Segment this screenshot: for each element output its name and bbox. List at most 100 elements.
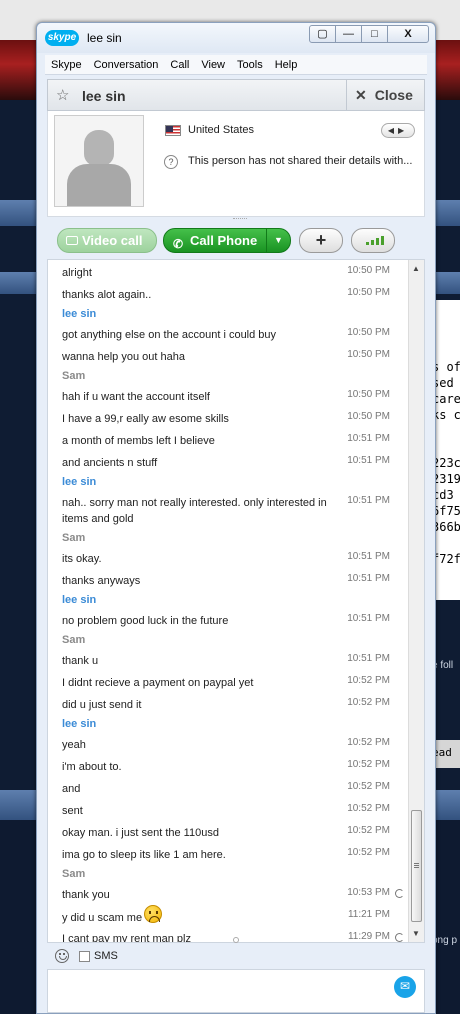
sms-label: SMS xyxy=(94,950,118,962)
chat-message: no problem good luck in the future 10:51 … xyxy=(48,608,408,630)
splitter-grip[interactable] xyxy=(233,218,247,222)
message-text: thank u xyxy=(62,655,99,667)
message-list: alright 10:50 PM thanks alot again.. 10:50 … xyxy=(48,260,408,943)
chat-message: did u just send it 10:52 PM xyxy=(48,692,408,714)
message-time: 10:52 PM xyxy=(347,825,390,836)
message-text: ima go to sleep its like 1 am here. xyxy=(62,849,226,861)
message-text: i'm about to. xyxy=(62,761,122,773)
contact-name: lee sin xyxy=(82,88,126,104)
message-time: 10:50 PM xyxy=(347,265,390,276)
chat-message: and 10:52 PM xyxy=(48,776,408,798)
sender-name: lee sin xyxy=(62,594,97,606)
message-time: 10:51 PM xyxy=(347,455,390,466)
message-time: 10:50 PM xyxy=(347,287,390,298)
chat-message: sent 10:52 PM xyxy=(48,798,408,820)
message-text: I cant pay my rent man plz xyxy=(62,933,191,943)
sender-name-row: lee sin xyxy=(48,714,408,732)
chat-message: nah.. sorry man not really interested. o… xyxy=(48,490,408,528)
message-time: 10:51 PM xyxy=(347,573,390,584)
sender-name: Sam xyxy=(62,370,86,382)
video-call-label: Video call xyxy=(82,233,143,248)
scroll-thumb[interactable] xyxy=(411,810,422,922)
message-time: 10:52 PM xyxy=(347,737,390,748)
message-input[interactable]: ✉ xyxy=(47,969,425,1013)
chat-message: thank u 10:51 PM xyxy=(48,648,408,670)
message-time: 10:52 PM xyxy=(347,847,390,858)
message-text: thank you xyxy=(62,889,110,901)
window-controls: ▢ — □ X xyxy=(309,25,429,43)
sender-name: Sam xyxy=(62,634,86,646)
skype-conversation-window: skype lee sin ▢ — □ X Skype Conversation… xyxy=(36,22,436,1014)
message-time: 10:51 PM xyxy=(347,613,390,624)
message-text: got anything else on the account i could… xyxy=(62,329,277,341)
message-time: 11:29 PM xyxy=(347,931,390,942)
message-text: y did u scam me xyxy=(62,911,143,924)
call-phone-button[interactable]: ✆ Call Phone ▼ xyxy=(163,228,291,253)
message-time: 11:21 PM xyxy=(347,909,390,920)
skype-logo: skype xyxy=(45,30,79,46)
favorite-star-icon[interactable]: ☆ xyxy=(56,86,69,104)
message-text: and ancients n stuff xyxy=(62,457,158,469)
add-people-button[interactable]: + xyxy=(299,228,343,253)
send-icon[interactable]: ✉ xyxy=(394,976,416,998)
call-quality-button[interactable] xyxy=(351,228,395,253)
chat-message: thank you 10:53 PM xyxy=(48,882,408,904)
input-resize-grip[interactable] xyxy=(233,937,239,943)
chat-message: hah if u want the account itself 10:50 PM xyxy=(48,384,408,406)
sender-name-row: Sam xyxy=(48,630,408,648)
menu-bar: Skype Conversation Call View Tools Help xyxy=(45,55,427,75)
chat-history[interactable]: alright 10:50 PM thanks alot again.. 10:50 … xyxy=(47,259,425,943)
message-time: 10:52 PM xyxy=(347,781,390,792)
message-time: 10:51 PM xyxy=(347,551,390,562)
close-window-button[interactable]: X xyxy=(388,26,428,42)
sms-checkbox[interactable] xyxy=(79,950,90,962)
message-time: 10:50 PM xyxy=(347,411,390,422)
message-text: okay man. i just sent the 110usd xyxy=(62,827,219,839)
chat-message: I have a 99,r eally aw esome skills 10:50… xyxy=(48,406,408,428)
sender-name-row: lee sin xyxy=(48,472,408,490)
chevron-down-icon[interactable]: ▼ xyxy=(266,229,290,252)
message-time: 10:52 PM xyxy=(347,759,390,770)
chat-message: got anything else on the account i could… xyxy=(48,322,408,344)
message-time: 10:51 PM xyxy=(347,433,390,444)
chat-message: thanks alot again.. 10:50 PM xyxy=(48,282,408,304)
menu-skype[interactable]: Skype xyxy=(45,59,88,71)
message-text: I have a 99,r eally aw esome skills xyxy=(62,413,229,425)
message-text: alright xyxy=(62,267,92,279)
maximize-button[interactable]: □ xyxy=(362,26,388,42)
avatar[interactable] xyxy=(54,115,144,207)
profile-nav-arrows[interactable]: ◀▶ xyxy=(381,123,415,138)
chat-message: okay man. i just sent the 110usd 10:52 PM xyxy=(48,820,408,842)
video-camera-icon xyxy=(66,236,78,245)
signal-bars-icon xyxy=(366,242,369,245)
menu-view[interactable]: View xyxy=(195,59,231,71)
menu-call[interactable]: Call xyxy=(164,59,195,71)
message-text: no problem good luck in the future xyxy=(62,615,229,627)
minimize-button[interactable]: — xyxy=(336,26,362,42)
chat-message: i'm about to. 10:52 PM xyxy=(48,754,408,776)
conversation-header: ☆ lee sin ✕ Close xyxy=(47,79,425,111)
sending-spinner-icon xyxy=(395,933,404,942)
menu-conversation[interactable]: Conversation xyxy=(88,59,165,71)
message-time: 10:52 PM xyxy=(347,675,390,686)
video-call-button[interactable]: Video call xyxy=(57,228,157,253)
title-bar[interactable]: skype lee sin ▢ — □ X xyxy=(37,23,435,53)
message-text: wanna help you out haha xyxy=(62,351,185,363)
chat-scrollbar[interactable]: ▲ ▼ xyxy=(408,260,424,942)
sender-name: lee sin xyxy=(62,718,97,730)
sender-name: Sam xyxy=(62,868,86,880)
emoticon-icon[interactable] xyxy=(55,949,69,963)
chat-message: yeah 10:52 PM xyxy=(48,732,408,754)
sender-name: lee sin xyxy=(62,308,97,320)
menu-tools[interactable]: Tools xyxy=(231,59,269,71)
scroll-up-arrow-icon[interactable]: ▲ xyxy=(412,264,420,273)
scroll-down-arrow-icon[interactable]: ▼ xyxy=(412,929,420,938)
call-toolbar: Video call ✆ Call Phone ▼ + xyxy=(47,225,425,255)
menu-help[interactable]: Help xyxy=(269,59,304,71)
sending-spinner-icon xyxy=(395,889,404,898)
info-icon: ? xyxy=(164,155,178,169)
sender-name-row: lee sin xyxy=(48,304,408,322)
chat-message: wanna help you out haha 10:50 PM xyxy=(48,344,408,366)
restore-view-button[interactable]: ▢ xyxy=(310,26,336,42)
close-conversation-button[interactable]: ✕ Close xyxy=(346,80,424,110)
